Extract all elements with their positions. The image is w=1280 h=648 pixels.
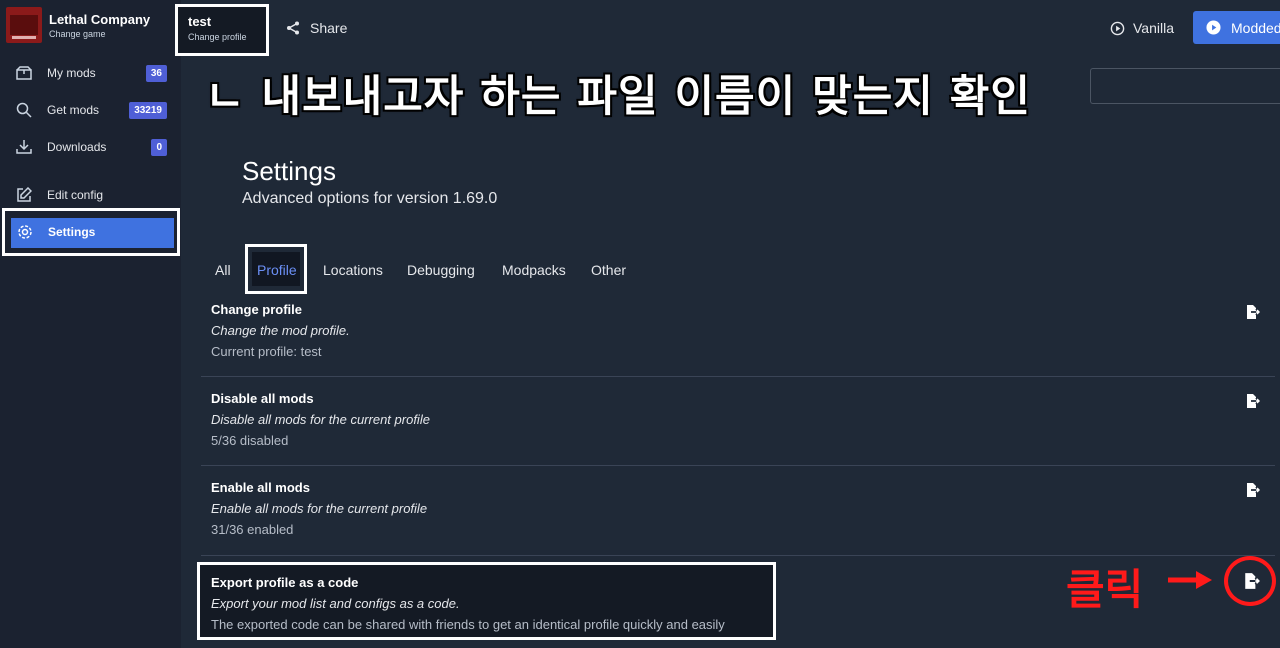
sidebar-item-label: Edit config [47, 188, 104, 202]
launch-vanilla-button[interactable]: Vanilla [1110, 20, 1174, 36]
setting-row-disable-all: Disable all mods Disable all mods for th… [201, 377, 1275, 466]
tab-debugging[interactable]: Debugging [407, 262, 475, 278]
setting-value: 31/36 enabled [211, 522, 294, 537]
setting-value: The exported code can be shared with fri… [211, 617, 725, 632]
vanilla-label: Vanilla [1133, 20, 1174, 36]
page-subtitle: Advanced options for version 1.69.0 [242, 190, 498, 207]
setting-title: Change profile [211, 302, 303, 317]
setting-row-export-profile: Export profile as a code Export your mod… [197, 562, 776, 640]
download-icon [15, 138, 33, 156]
play-circle-icon [1206, 20, 1221, 35]
mods-count-badge: 36 [145, 64, 167, 82]
search-input[interactable] [1090, 68, 1280, 104]
sidebar: Lethal Company Change game My mods 36 Ge… [0, 0, 181, 648]
profile-switcher[interactable]: test Change profile [175, 4, 269, 56]
setting-title: Disable all mods [211, 391, 314, 406]
modded-label: Modded [1231, 19, 1280, 36]
setting-title: Export profile as a code [211, 575, 359, 590]
edit-icon [15, 186, 33, 204]
online-mods-badge: 33219 [129, 101, 167, 119]
mods-box-icon [15, 64, 33, 82]
file-export-icon[interactable] [1246, 393, 1261, 414]
sidebar-item-label: Downloads [47, 140, 107, 154]
setting-description: Disable all mods for the current profile [211, 412, 430, 427]
game-title: Lethal Company [49, 11, 151, 27]
file-export-icon [1245, 573, 1261, 589]
profile-name: test [188, 14, 212, 29]
sidebar-item-get-mods[interactable]: Get mods 33219 [0, 92, 181, 128]
sidebar-item-settings[interactable]: Settings [2, 208, 180, 256]
setting-title: Enable all mods [211, 480, 310, 495]
game-logo [6, 7, 42, 43]
setting-value: Current profile: test [211, 344, 322, 359]
launch-modded-button[interactable]: Modded [1193, 11, 1280, 44]
annotation-click-label: 클릭 [1066, 565, 1144, 614]
gear-icon [16, 223, 34, 241]
tab-locations[interactable]: Locations [323, 262, 383, 278]
tab-profile[interactable]: Profile [257, 262, 297, 278]
change-game-link[interactable]: Change game [49, 29, 150, 39]
downloads-badge: 0 [151, 138, 167, 156]
tab-other[interactable]: Other [591, 262, 626, 278]
share-label: Share [310, 20, 348, 36]
setting-description: Export your mod list and configs as a co… [211, 596, 460, 611]
annotation-arrow-icon [1168, 568, 1214, 597]
search-icon [15, 101, 33, 119]
setting-row-enable-all: Enable all mods Enable all mods for the … [201, 466, 1275, 556]
sidebar-item-downloads[interactable]: Downloads 0 [0, 129, 181, 165]
share-icon [287, 21, 299, 35]
setting-value: 5/36 disabled [211, 433, 289, 448]
tab-modpacks[interactable]: Modpacks [502, 262, 566, 278]
change-profile-link: Change profile [188, 32, 247, 42]
annotation-caption: ㄴ 내보내고자 하는 파일 이름이 맞는지 확인 [205, 72, 1031, 122]
setting-row-change-profile: Change profile Change the mod profile. C… [201, 288, 1275, 377]
page-title: Settings [242, 156, 336, 186]
game-selector[interactable]: Lethal Company Change game [0, 0, 181, 50]
setting-description: Change the mod profile. [211, 323, 350, 338]
setting-description: Enable all mods for the current profile [211, 501, 428, 516]
sidebar-item-label: My mods [47, 66, 96, 80]
share-button[interactable]: Share [286, 20, 347, 36]
sidebar-item-my-mods[interactable]: My mods 36 [0, 55, 181, 91]
export-code-button[interactable] [1243, 572, 1261, 595]
file-export-icon[interactable] [1246, 482, 1261, 503]
sidebar-item-label: Get mods [47, 103, 100, 117]
sidebar-item-label: Settings [48, 225, 96, 239]
file-export-icon[interactable] [1246, 304, 1261, 325]
play-circle-icon [1110, 21, 1125, 35]
tab-all[interactable]: All [215, 262, 231, 278]
